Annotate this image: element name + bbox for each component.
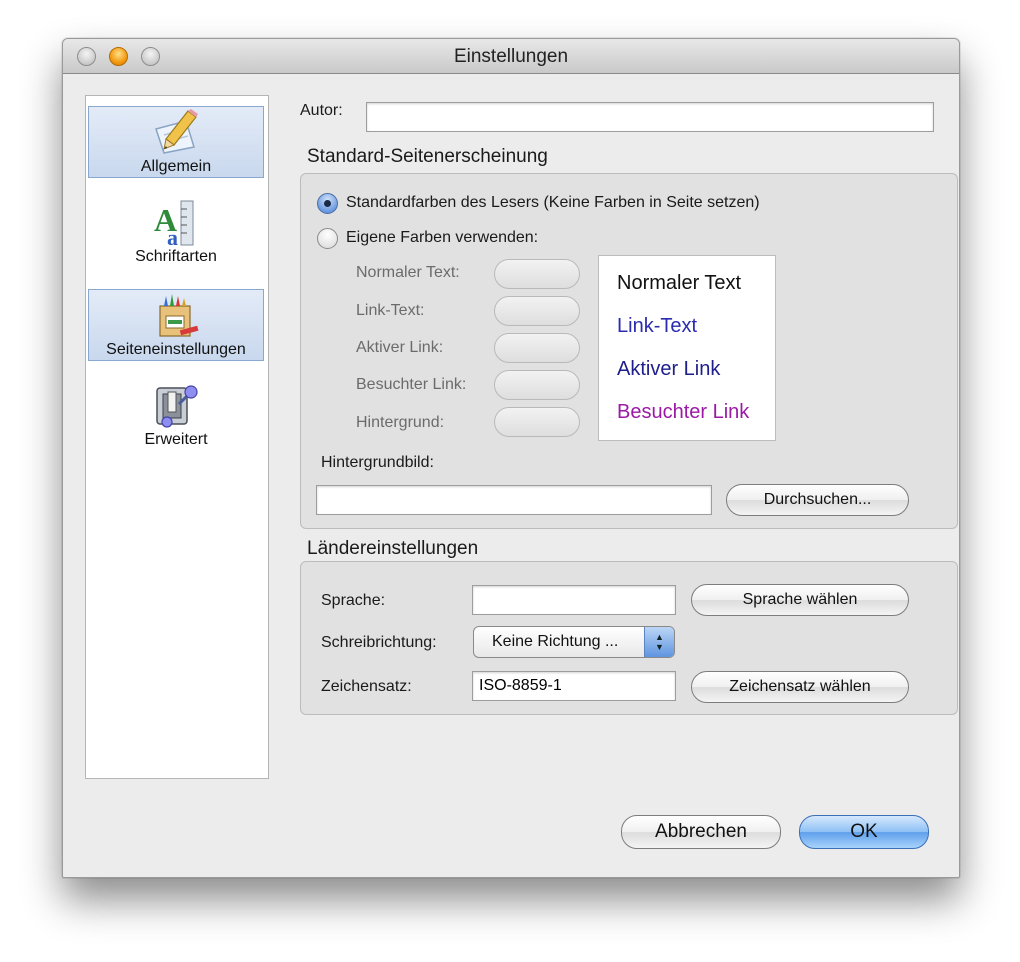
- visited-link-color-label: Besuchter Link:: [356, 376, 467, 393]
- switch-icon: [156, 385, 198, 428]
- choose-charset-button[interactable]: Zeichensatz wählen: [691, 671, 909, 703]
- sidebar-item-label: Seiteneinstellungen: [106, 341, 246, 358]
- background-image-label: Hintergrundbild:: [321, 454, 434, 471]
- font-icon: A a: [154, 200, 194, 247]
- sidebar-item-schriftarten[interactable]: A a Schriftarten: [88, 197, 264, 269]
- default-colors-radio[interactable]: [317, 193, 338, 214]
- sidebar-item-allgemein[interactable]: Allgemein: [88, 106, 264, 178]
- link-text-color-well[interactable]: [494, 296, 580, 326]
- link-text-color-label: Link-Text:: [356, 302, 425, 319]
- default-colors-label: Standardfarben des Lesers (Keine Farben …: [346, 194, 760, 211]
- browse-button[interactable]: Durchsuchen...: [726, 484, 909, 516]
- sidebar-item-label: Allgemein: [140, 158, 212, 175]
- sidebar-item-label: Erweitert: [144, 431, 208, 448]
- preview-link-text: Link-Text: [617, 315, 698, 337]
- visited-link-color-well[interactable]: [494, 370, 580, 400]
- charset-field[interactable]: [472, 671, 676, 701]
- normal-text-color-label: Normaler Text:: [356, 264, 460, 281]
- language-label: Sprache:: [321, 592, 386, 609]
- background-color-well[interactable]: [494, 407, 580, 437]
- author-field[interactable]: [366, 102, 934, 132]
- charset-label: Zeichensatz:: [321, 678, 412, 695]
- sidebar-item-label: Schriftarten: [135, 248, 217, 265]
- background-image-field[interactable]: [316, 485, 712, 515]
- page-settings-icon: [159, 294, 199, 337]
- title-bar: Einstellungen: [63, 39, 959, 74]
- cancel-button[interactable]: Abbrechen: [621, 815, 781, 849]
- language-field[interactable]: [472, 585, 676, 615]
- custom-colors-label: Eigene Farben verwenden:: [346, 229, 539, 246]
- active-link-color-well[interactable]: [494, 333, 580, 363]
- locale-section-title: Ländereinstellungen: [307, 538, 479, 559]
- preview-visited-link: Besuchter Link: [617, 401, 750, 423]
- svg-text:a: a: [167, 225, 178, 247]
- author-label: Autor:: [300, 102, 343, 119]
- choose-language-button[interactable]: Sprache wählen: [691, 584, 909, 616]
- sidebar-item-seiteneinstellungen[interactable]: Seiteneinstellungen: [88, 289, 264, 361]
- writing-direction-select[interactable]: Keine Richtung ... ▲ ▼: [473, 626, 675, 658]
- preview-active-link: Aktiver Link: [617, 358, 721, 380]
- normal-text-color-well[interactable]: [494, 259, 580, 289]
- custom-colors-radio[interactable]: [317, 228, 338, 249]
- background-color-label: Hintergrund:: [356, 414, 445, 431]
- writing-direction-value: Keine Richtung ...: [492, 633, 619, 650]
- ok-button[interactable]: OK: [799, 815, 929, 849]
- sidebar: Allgemein A a Schriftarten Seiteneinstel…: [85, 95, 269, 779]
- updown-arrows-icon: ▲ ▼: [644, 627, 674, 657]
- appearance-section-title: Standard-Seitenerscheinung: [307, 146, 548, 167]
- active-link-color-label: Aktiver Link:: [356, 339, 444, 356]
- color-preview: Normaler Text Link-Text Aktiver Link Bes…: [598, 255, 776, 441]
- window-title: Einstellungen: [453, 46, 569, 67]
- sidebar-item-erweitert[interactable]: Erweitert: [88, 380, 264, 452]
- pencil-paper-icon: [155, 109, 198, 154]
- settings-window: Einstellungen Allgemein A a Schriftarten…: [62, 38, 960, 878]
- preview-normal-text: Normaler Text: [617, 272, 742, 294]
- writing-direction-label: Schreibrichtung:: [321, 634, 437, 651]
